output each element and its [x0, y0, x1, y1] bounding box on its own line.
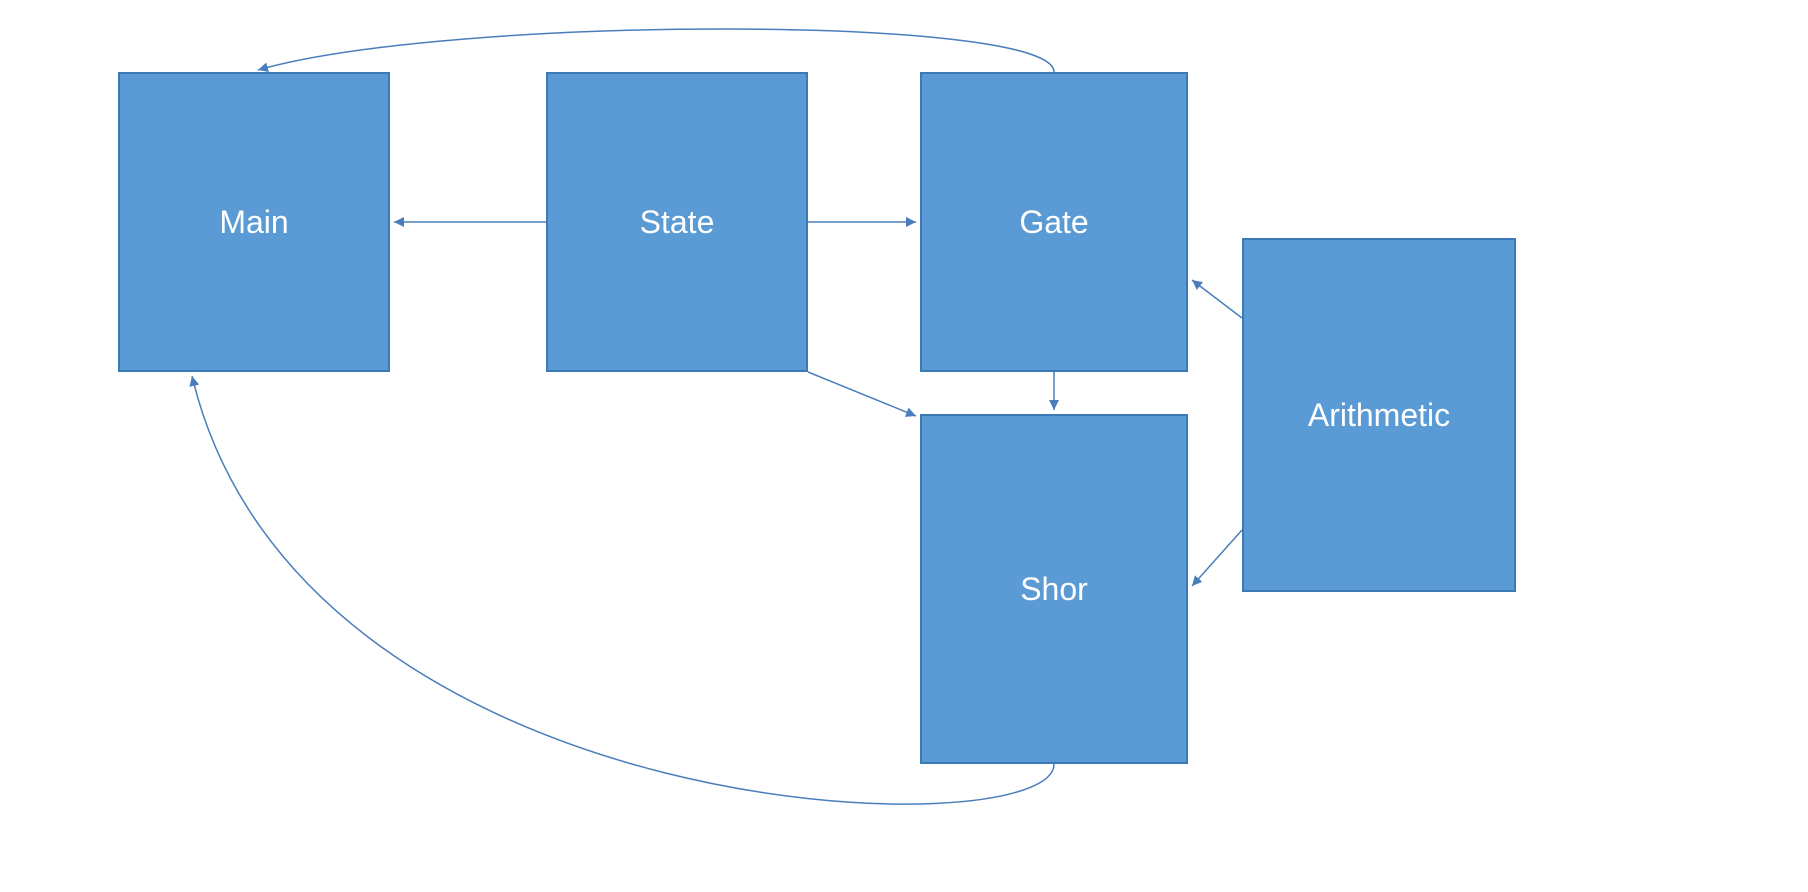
node-arithmetic: Arithmetic	[1242, 238, 1516, 592]
edge-arithmetic-shor	[1192, 530, 1242, 586]
edge-state-shor	[808, 372, 916, 416]
node-state-label: State	[640, 204, 715, 241]
node-shor-label: Shor	[1020, 571, 1088, 608]
node-gate-label: Gate	[1019, 204, 1088, 241]
diagram-canvas: Main State Gate Shor Arithmetic	[0, 0, 1808, 892]
node-gate: Gate	[920, 72, 1188, 372]
edge-gate-main	[258, 29, 1054, 72]
node-main-label: Main	[219, 204, 288, 241]
edge-arithmetic-gate	[1192, 280, 1242, 318]
node-shor: Shor	[920, 414, 1188, 764]
node-arithmetic-label: Arithmetic	[1308, 397, 1450, 434]
node-main: Main	[118, 72, 390, 372]
node-state: State	[546, 72, 808, 372]
